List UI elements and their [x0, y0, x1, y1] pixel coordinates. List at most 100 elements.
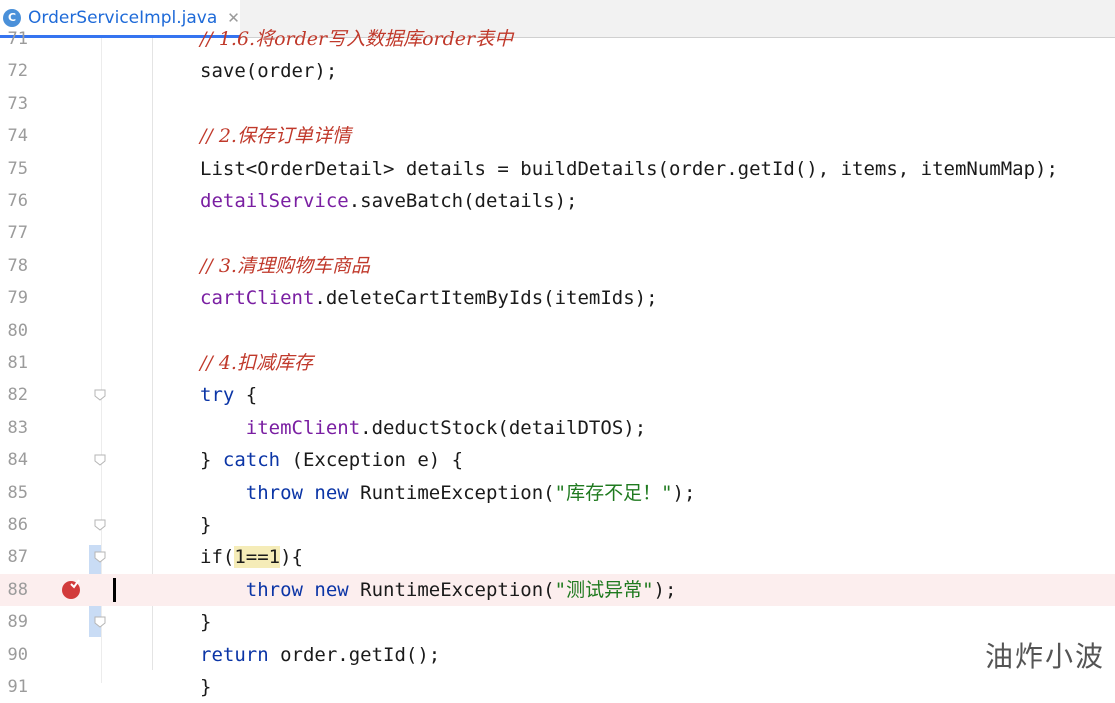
code-text: detailService.saveBatch(details);: [200, 185, 578, 217]
code-line[interactable]: 74 // 2.保存订单详情: [0, 120, 1115, 152]
code-line[interactable]: 75 List<OrderDetail> details = buildDetai…: [0, 153, 1115, 185]
code-token: }: [200, 611, 212, 634]
code-token: itemClient: [245, 416, 361, 439]
line-number: 84: [7, 450, 28, 471]
text-caret: [113, 577, 116, 602]
code-token: if(: [200, 546, 235, 569]
code-line[interactable]: 86}: [0, 509, 1115, 541]
line-number: 78: [7, 255, 28, 276]
line-number: 80: [7, 320, 28, 341]
code-text: itemClient.deductStock(detailDTOS);: [200, 412, 646, 444]
line-number: 91: [7, 677, 28, 697]
line-number: 79: [7, 288, 28, 309]
code-line[interactable]: 91}: [0, 671, 1115, 703]
line-number: 82: [7, 385, 28, 406]
breakpoint-check-icon: [70, 579, 80, 589]
code-token: }: [200, 449, 223, 472]
code-text: // 1.6.将order写入数据库order表中: [200, 23, 513, 55]
code-token: order.getId();: [268, 643, 441, 666]
line-number: 85: [7, 482, 28, 503]
code-line[interactable]: 83 itemClient.deductStock(detailDTOS);: [0, 412, 1115, 444]
code-line[interactable]: 87 if(1==1){: [0, 541, 1115, 573]
watermark: 油炸小波: [984, 640, 1105, 673]
line-number: 72: [7, 61, 28, 82]
code-token: save(order);: [200, 60, 338, 83]
code-text: if(1==1){: [200, 541, 303, 573]
fold-marker-icon[interactable]: [94, 551, 106, 564]
code-token: );: [672, 481, 696, 504]
fold-marker-icon[interactable]: [94, 616, 106, 628]
code-token: RuntimeException(: [348, 578, 555, 601]
code-token: // 3.清理购物车商品: [200, 254, 370, 277]
line-number: 75: [7, 158, 28, 179]
code-text: throw new RuntimeException("库存不足！");: [200, 477, 696, 509]
line-number: 88: [7, 579, 28, 600]
line-number: 83: [7, 417, 28, 438]
code-text: }: [200, 671, 211, 703]
code-text: cartClient.deleteCartItemByIds(itemIds);: [200, 282, 658, 314]
code-line[interactable]: 78 // 3.清理购物车商品: [0, 250, 1115, 282]
code-token: "测试异常": [554, 578, 654, 601]
code-text: try {: [200, 379, 257, 411]
code-text: } catch (Exception e) {: [200, 444, 463, 476]
code-token: throw new: [245, 578, 349, 601]
code-token: return: [200, 643, 269, 666]
code-line[interactable]: 76 detailService.saveBatch(details);: [0, 185, 1115, 217]
code-line[interactable]: 79 cartClient.deleteCartItemByIds(itemIds…: [0, 282, 1115, 314]
code-line[interactable]: 71 // 1.6.将order写入数据库order表中: [0, 23, 1115, 55]
code-token: catch: [222, 449, 281, 472]
code-token: .saveBatch(details);: [348, 190, 578, 212]
code-text: }: [200, 606, 211, 638]
code-line[interactable]: 82 try {: [0, 379, 1115, 411]
code-token: "库存不足！": [554, 481, 673, 504]
code-token: List<OrderDetail> details = buildDetails…: [200, 157, 1058, 180]
code-line[interactable]: 77: [0, 217, 1115, 249]
code-line[interactable]: 80: [0, 315, 1115, 347]
code-token: ){: [280, 546, 303, 569]
code-line[interactable]: 85 throw new RuntimeException("库存不足！");: [0, 477, 1115, 509]
code-text: return order.getId();: [200, 639, 440, 671]
code-text: throw new RuntimeException("测试异常");: [200, 574, 677, 606]
code-line[interactable]: 89}: [0, 606, 1115, 638]
code-token: // 4.扣减库存: [200, 352, 313, 374]
line-number: 86: [7, 515, 28, 535]
code-token: {: [234, 384, 258, 407]
code-line[interactable]: 73: [0, 88, 1115, 120]
code-text: }: [200, 509, 211, 541]
code-token: .deductStock(detailDTOS);: [360, 416, 647, 439]
line-number: 87: [7, 547, 28, 568]
line-number: 74: [7, 126, 28, 147]
code-token: .deleteCartItemByIds(itemIds);: [314, 287, 658, 310]
current-line[interactable]: 88 throw new RuntimeException("测试异常");: [0, 573, 1115, 606]
code-token: detailService: [200, 190, 349, 212]
line-number: 71: [7, 29, 28, 49]
fold-marker-icon[interactable]: [94, 389, 106, 402]
code-text: save(order);: [200, 55, 337, 87]
line-number: 81: [7, 353, 28, 373]
code-line[interactable]: 90 return order.getId();: [0, 639, 1115, 671]
code-token: // 1.6.将order写入数据库order表中: [200, 28, 514, 50]
line-number: 73: [7, 93, 28, 114]
fold-marker-icon[interactable]: [94, 519, 106, 531]
code-token: }: [200, 676, 212, 698]
code-text: // 2.保存订单详情: [200, 120, 351, 152]
line-number: 76: [7, 191, 28, 211]
code-token: }: [200, 514, 212, 536]
code-line[interactable]: 72 save(order);: [0, 55, 1115, 87]
code-token: (Exception e) {: [280, 449, 464, 472]
code-line[interactable]: 81 // 4.扣减库存: [0, 347, 1115, 379]
code-token: RuntimeException(: [348, 481, 555, 504]
code-text: List<OrderDetail> details = buildDetails…: [200, 153, 1058, 185]
code-token: cartClient: [200, 287, 315, 310]
code-line[interactable]: 84} catch (Exception e) {: [0, 444, 1115, 476]
code-token: try: [200, 384, 235, 407]
fold-marker-icon[interactable]: [94, 454, 106, 466]
code-token: // 2.保存订单详情: [200, 125, 351, 148]
code-text: // 4.扣减库存: [200, 347, 313, 379]
line-number: 90: [7, 644, 28, 665]
line-number: 89: [7, 612, 28, 633]
code-token: );: [653, 578, 677, 601]
